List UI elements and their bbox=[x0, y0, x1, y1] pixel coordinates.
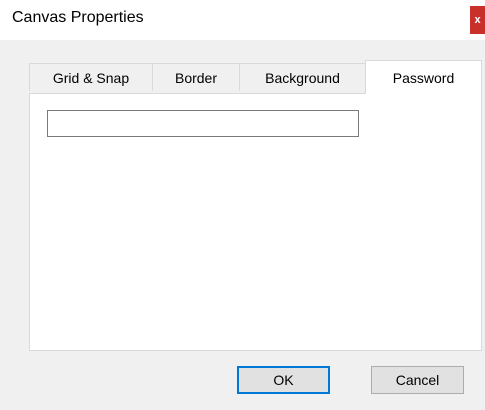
cancel-button-label: Cancel bbox=[395, 372, 440, 388]
cancel-button[interactable]: Cancel bbox=[371, 366, 464, 394]
tab-label: Password bbox=[392, 69, 455, 86]
close-icon: x bbox=[474, 14, 481, 26]
tab-label: Background bbox=[265, 69, 340, 86]
title-bar: Canvas Properties x bbox=[0, 0, 485, 40]
close-button[interactable]: x bbox=[470, 6, 485, 34]
tab-label: Border bbox=[174, 69, 218, 86]
ok-button[interactable]: OK bbox=[237, 366, 330, 394]
tab-grid-snap[interactable]: Grid & Snap bbox=[29, 63, 153, 91]
dialog-body: Grid & Snap Border Background Password O… bbox=[0, 40, 485, 410]
tab-password[interactable]: Password bbox=[365, 60, 482, 94]
ok-button-label: OK bbox=[273, 372, 294, 388]
tab-background[interactable]: Background bbox=[239, 63, 366, 91]
password-tab-panel bbox=[29, 93, 482, 351]
tab-border[interactable]: Border bbox=[152, 63, 240, 91]
password-input[interactable] bbox=[47, 110, 359, 137]
window-title: Canvas Properties bbox=[12, 9, 144, 26]
tab-label: Grid & Snap bbox=[52, 69, 130, 86]
